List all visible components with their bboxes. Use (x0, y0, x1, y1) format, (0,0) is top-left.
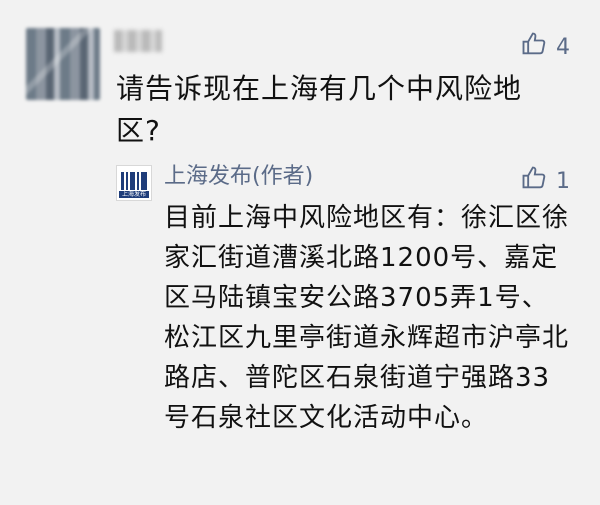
reply-author-name[interactable]: 上海发布(作者) (164, 160, 313, 194)
comment-text: 请告诉现在上海有几个中风险地区? (116, 72, 523, 147)
comment-like-count: 4 (556, 34, 570, 60)
logo-text: 上海发布 (119, 191, 149, 198)
user-avatar[interactable] (26, 28, 100, 100)
thumb-up-icon (520, 30, 548, 64)
reply-text: 目前上海中风险地区有：徐汇区徐家汇街道漕溪北路1200号、嘉定区马陆镇宝安公路3… (164, 203, 570, 433)
author-logo[interactable]: 上海发布 (116, 165, 152, 201)
user-name-blurred (114, 30, 162, 52)
comment-like-button[interactable]: 4 (520, 30, 570, 64)
thumb-up-icon (520, 164, 548, 198)
reply-like-button[interactable]: 1 (520, 164, 570, 198)
reply-like-count: 1 (556, 168, 570, 194)
logo-skyline (121, 172, 147, 190)
